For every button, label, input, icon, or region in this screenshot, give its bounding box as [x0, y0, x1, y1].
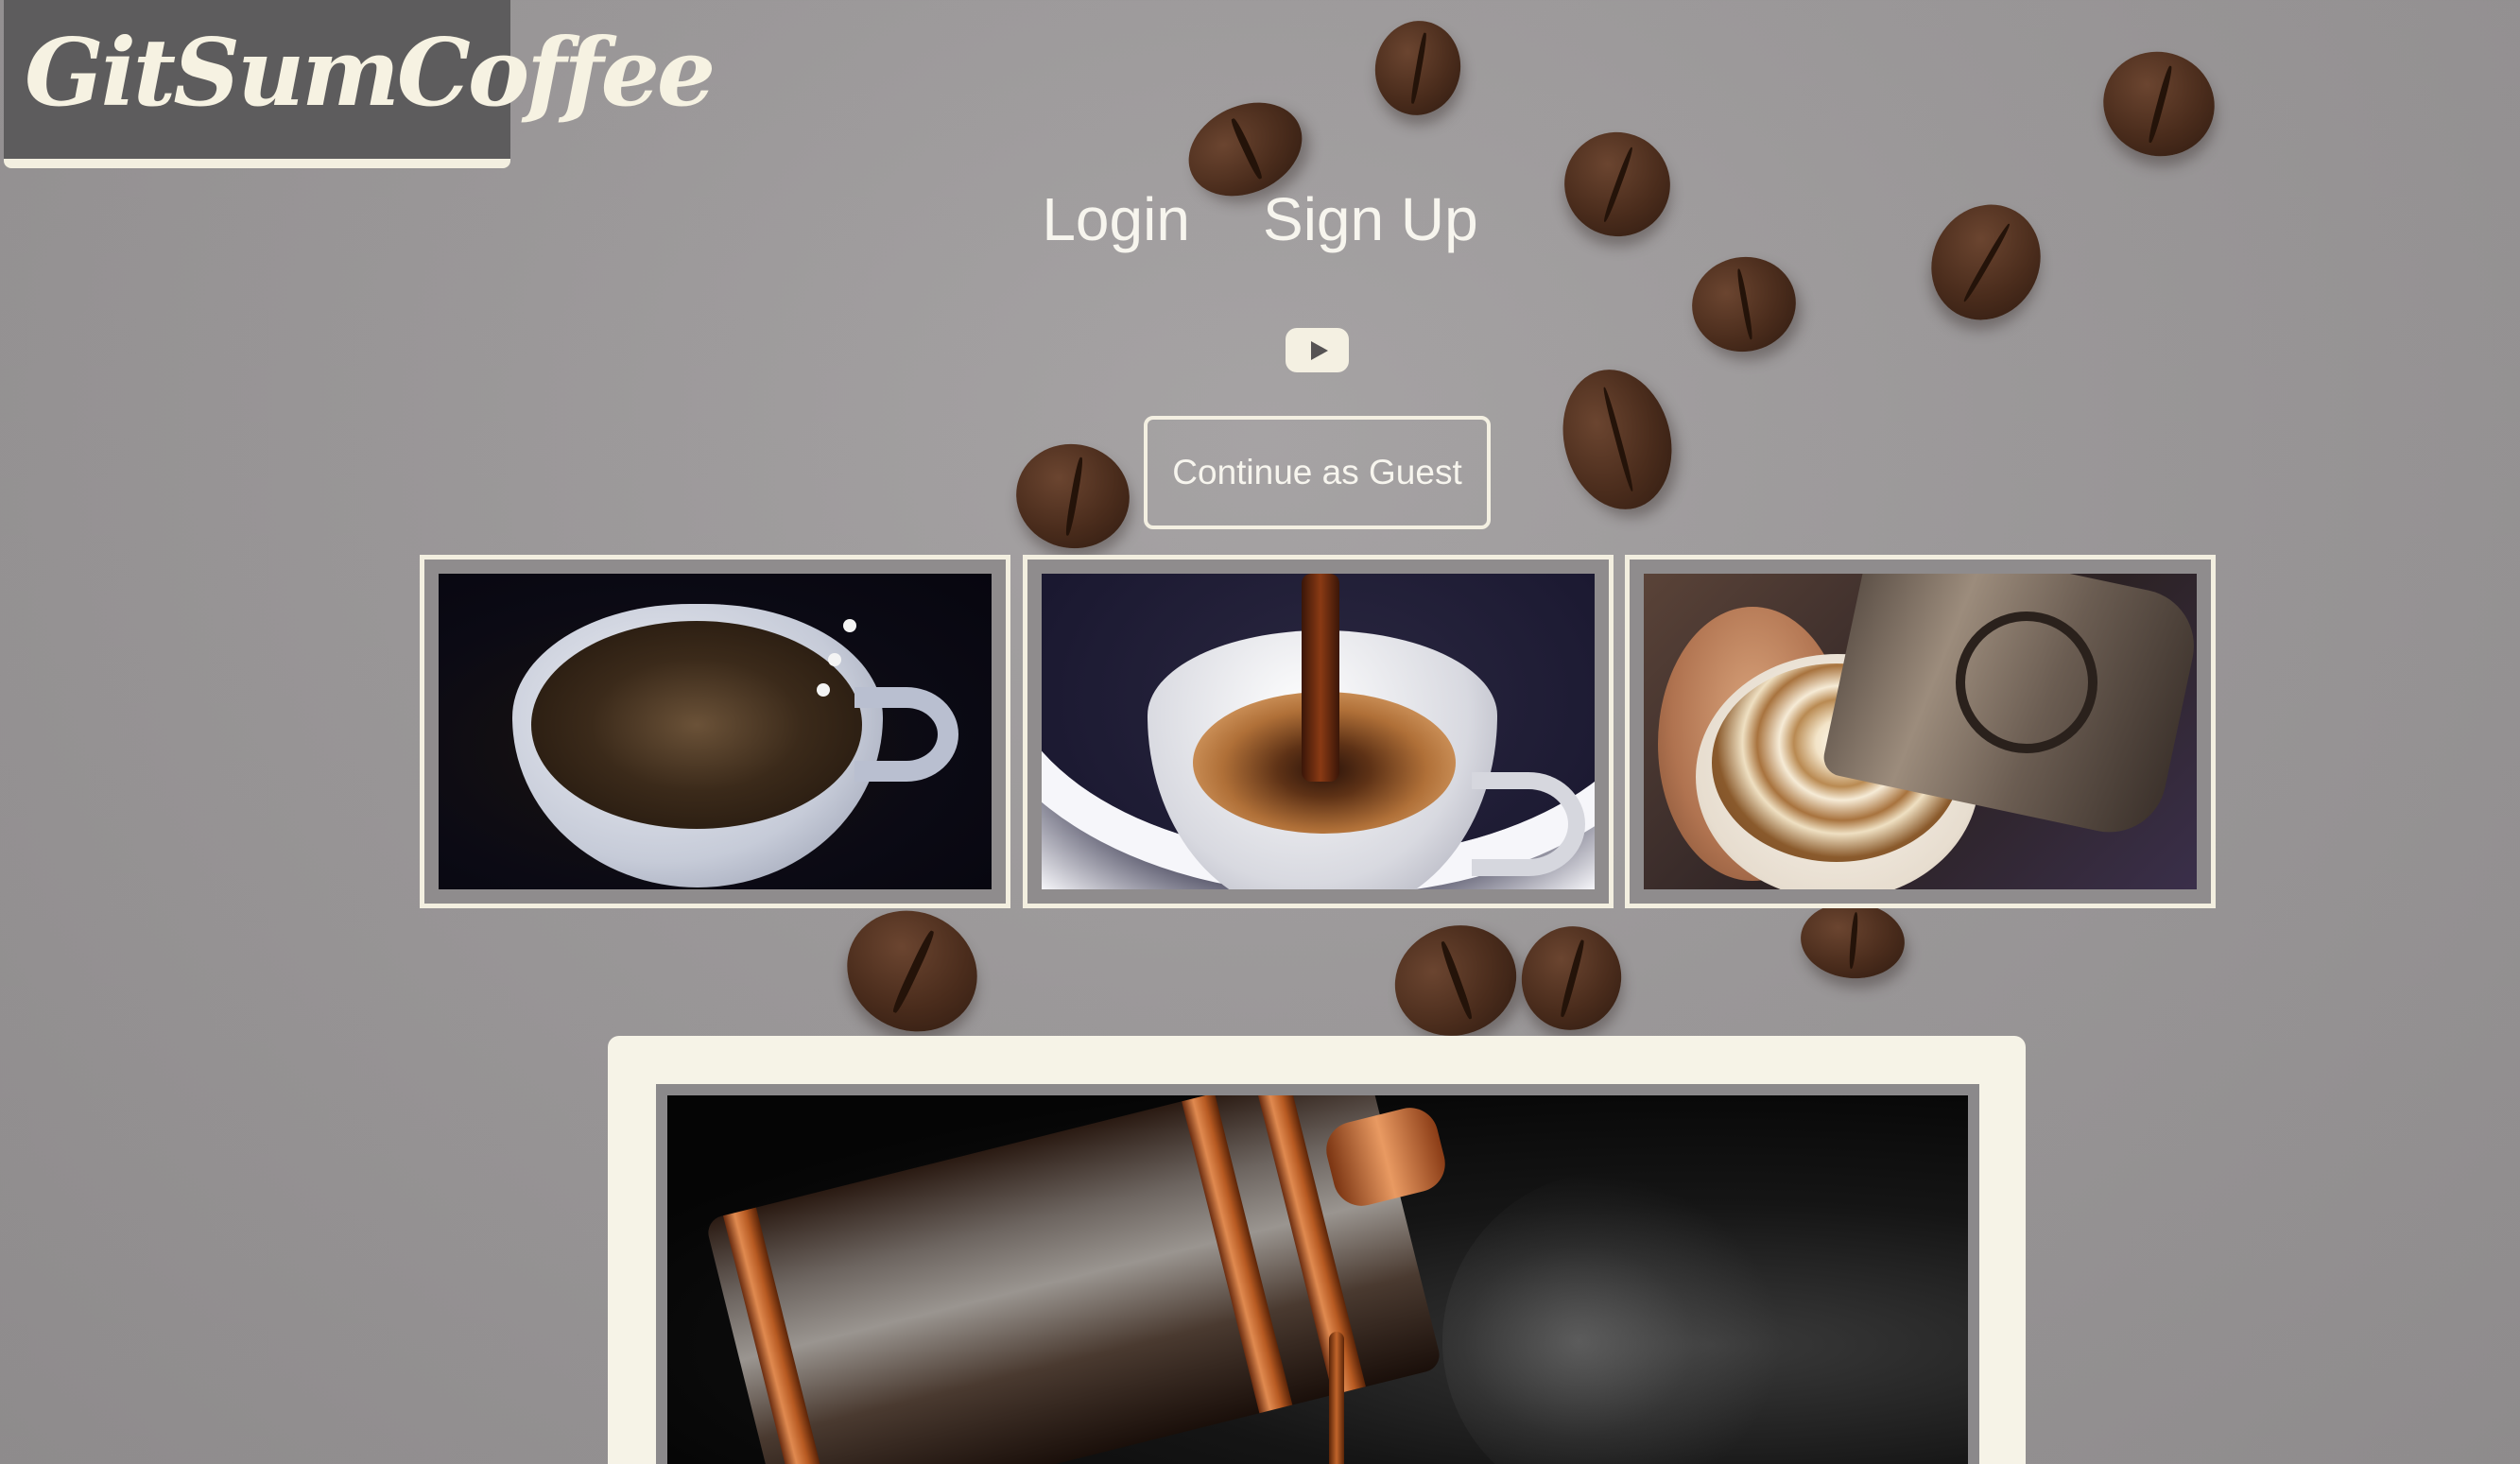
continue-as-guest-button[interactable]: Continue as Guest	[1144, 416, 1491, 529]
gallery-frame	[1625, 555, 2216, 908]
coffee-bean-decoration	[1547, 357, 1687, 522]
latte-art-pour-image	[1644, 574, 2197, 889]
coffee-bean-decoration	[1684, 249, 1804, 360]
signup-link[interactable]: Sign Up	[1263, 184, 1478, 254]
coffee-bean-decoration	[1008, 435, 1138, 558]
feature-image-frame	[656, 1084, 1979, 1464]
coffee-cup-milk-drops-image	[439, 574, 992, 889]
site-logo[interactable]: GitSumCoffee	[4, 0, 716, 168]
coffee-bean-decoration	[2091, 39, 2227, 169]
youtube-play-icon[interactable]	[1286, 328, 1349, 372]
auth-nav: Login Sign Up	[0, 184, 2520, 254]
espresso-pour-image	[1042, 574, 1595, 889]
gallery-frame	[420, 555, 1010, 908]
coffee-bean-decoration	[827, 889, 997, 1053]
feature-panel	[608, 1036, 2026, 1464]
coffee-bean-decoration	[1797, 898, 1908, 983]
coffee-bean-decoration	[1368, 13, 1468, 123]
logo-text: GitSumCoffee	[25, 19, 716, 128]
french-press-pour-image	[667, 1095, 1968, 1464]
coffee-bean-decoration	[1379, 908, 1532, 1053]
coffee-bean-decoration	[1510, 915, 1633, 1042]
login-link[interactable]: Login	[1042, 184, 1190, 254]
gallery-frame	[1023, 555, 1614, 908]
